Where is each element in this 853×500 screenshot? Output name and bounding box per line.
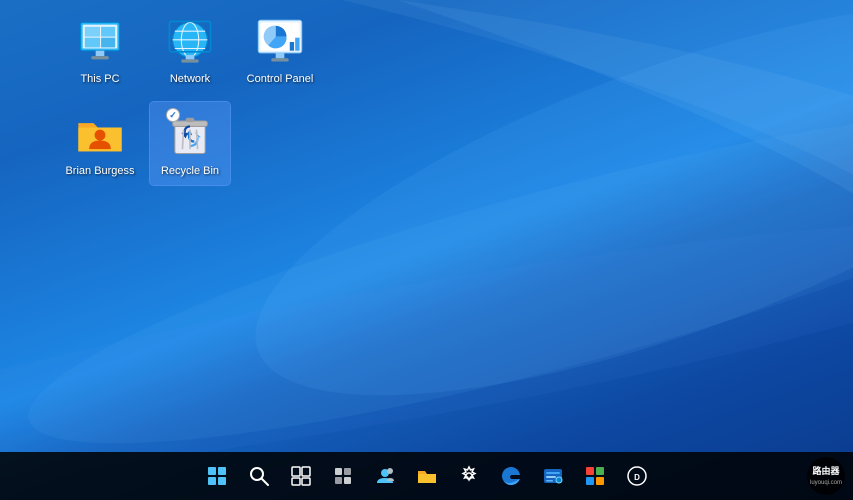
recycle-bin-icon-image: ✓ — [164, 108, 216, 160]
icon-row-2: Brian Burgess ✓ — [60, 102, 320, 184]
network-icon[interactable]: Network — [150, 10, 230, 92]
svg-text:D: D — [634, 473, 640, 482]
azure-data-studio-button[interactable] — [533, 456, 573, 496]
this-pc-icon-image — [74, 16, 126, 68]
edge-button[interactable] — [491, 456, 531, 496]
ms-store-button[interactable] — [575, 456, 615, 496]
svg-text:luyouqi.com: luyouqi.com — [810, 480, 842, 486]
brian-burgess-icon-image — [74, 108, 126, 160]
icon-row-1: This PC — [60, 10, 320, 92]
this-pc-label: This PC — [80, 72, 119, 86]
control-panel-icon-image — [254, 16, 306, 68]
recycle-bin-icon[interactable]: ✓ — [150, 102, 230, 184]
taskbar: D 路由器 luyouqi.com — [0, 452, 853, 500]
desktop: This PC — [0, 0, 853, 500]
svg-text:路由器: 路由器 — [812, 465, 840, 476]
network-label: Network — [170, 72, 210, 86]
chat-button[interactable] — [365, 456, 405, 496]
dell-button[interactable]: D — [617, 456, 657, 496]
desktop-icons-container: This PC — [60, 10, 320, 185]
start-button[interactable] — [197, 456, 237, 496]
system-tray: 路由器 luyouqi.com — [807, 457, 845, 495]
brian-burgess-icon[interactable]: Brian Burgess — [60, 102, 140, 184]
brian-burgess-label: Brian Burgess — [65, 164, 134, 178]
control-panel-label: Control Panel — [247, 72, 314, 86]
recycle-bin-label: Recycle Bin — [161, 164, 219, 178]
file-explorer-button[interactable] — [407, 456, 447, 496]
control-panel-icon[interactable]: Control Panel — [240, 10, 320, 92]
network-icon-image — [164, 16, 216, 68]
settings-button[interactable] — [449, 456, 489, 496]
task-view-button[interactable] — [281, 456, 321, 496]
this-pc-icon[interactable]: This PC — [60, 10, 140, 92]
taskbar-center: D — [197, 456, 657, 496]
watermark-badge: 路由器 luyouqi.com — [807, 457, 845, 495]
search-button[interactable] — [239, 456, 279, 496]
widgets-button[interactable] — [323, 456, 363, 496]
